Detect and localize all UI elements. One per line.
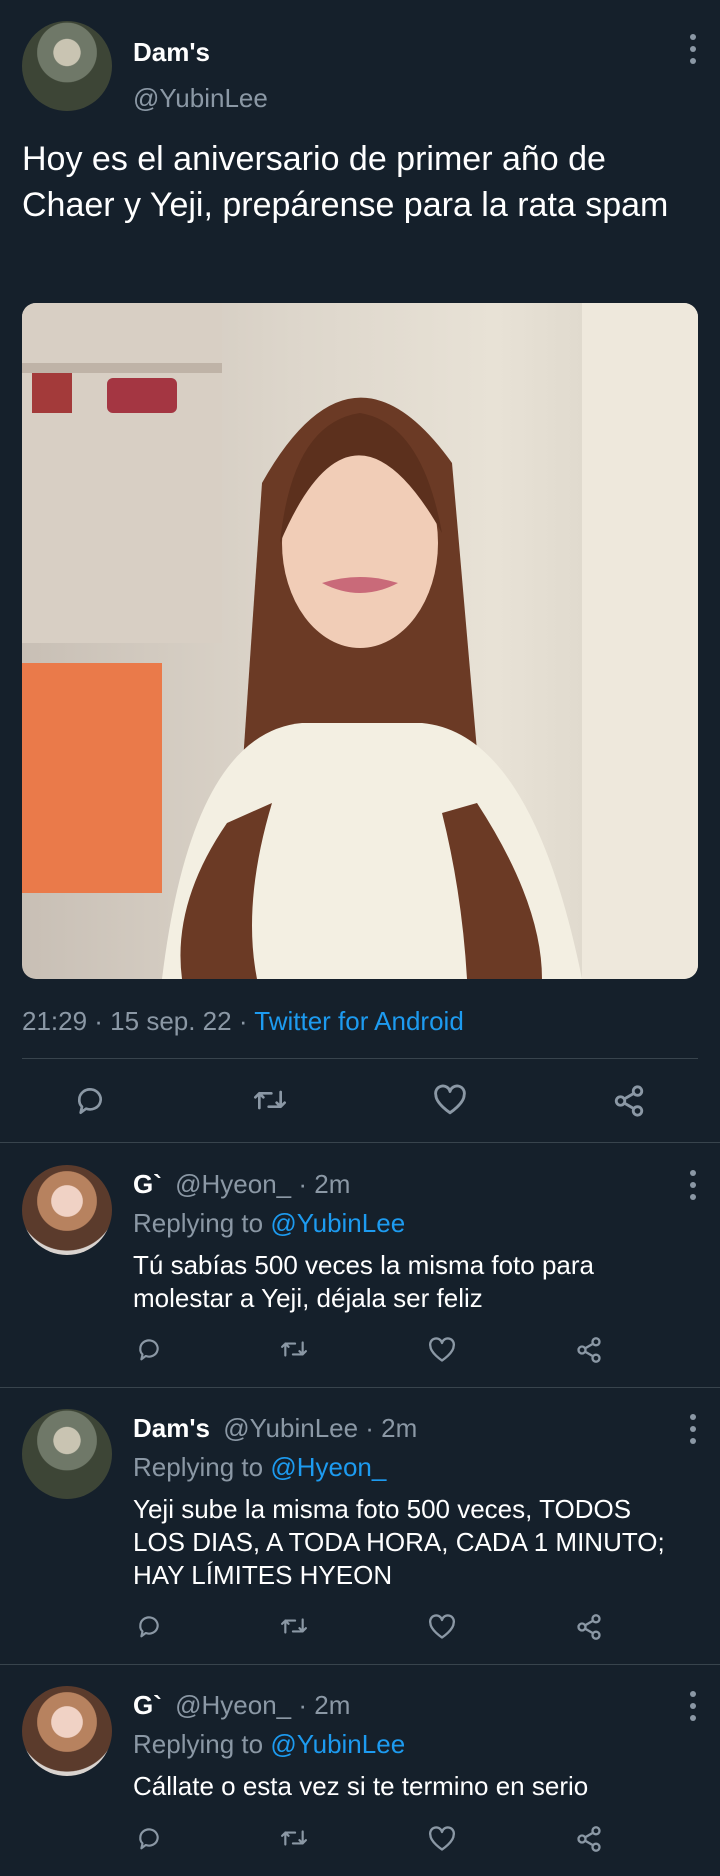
tweet-timestamp[interactable]: 21:29 · 15 sep. 22 · <box>22 1006 254 1036</box>
retweet-icon <box>281 1830 307 1846</box>
more-vertical-icon[interactable] <box>689 1691 697 1721</box>
author-name[interactable]: Dam's <box>133 1413 210 1443</box>
reply-button[interactable] <box>136 1613 162 1639</box>
avatar[interactable] <box>22 1409 112 1499</box>
heart-icon <box>434 1084 466 1115</box>
reply-button[interactable] <box>74 1084 106 1116</box>
tweet-text: Hoy es el aniversario de primer año de C… <box>22 140 669 224</box>
replying-to-handle[interactable]: @Hyeon_ <box>270 1452 386 1482</box>
replying-to-handle[interactable]: @YubinLee <box>270 1729 405 1759</box>
share-icon <box>577 1337 601 1363</box>
divider <box>0 1142 720 1143</box>
heart-icon <box>429 1337 455 1362</box>
reply-text-line: Tú sabías 500 veces la misma foto para <box>133 1250 595 1280</box>
reply-button[interactable] <box>136 1336 162 1362</box>
retweet-icon <box>281 1618 307 1634</box>
more-vertical-icon[interactable] <box>689 34 697 64</box>
reply-icon <box>77 1088 102 1114</box>
author-name[interactable]: G` <box>133 1690 162 1720</box>
reply-button[interactable] <box>136 1825 162 1851</box>
reply-header: Dam's @YubinLee · 2m <box>133 1413 417 1444</box>
share-icon <box>614 1085 644 1117</box>
like-button[interactable] <box>428 1614 456 1640</box>
replying-to-label: Replying to <box>133 1452 271 1482</box>
replying-to-label: Replying to <box>133 1208 271 1238</box>
share-button[interactable] <box>575 1336 603 1364</box>
reply-text: Yeji sube la misma foto 500 veces, TODOS… <box>133 1493 665 1592</box>
reply-header: G` @Hyeon_ · 2m <box>133 1169 350 1200</box>
reply-text-line: molestar a Yeji, déjala ser feliz <box>133 1283 483 1313</box>
share-icon <box>577 1826 601 1852</box>
share-button[interactable] <box>575 1613 603 1641</box>
avatar[interactable] <box>22 1165 112 1255</box>
retweet-button[interactable] <box>279 1613 309 1639</box>
replying-to-handle[interactable]: @YubinLee <box>270 1208 405 1238</box>
heart-icon <box>429 1826 455 1851</box>
more-vertical-icon[interactable] <box>689 1170 697 1200</box>
reply-text-line: HAY LÍMITES HYEON <box>133 1560 393 1590</box>
author-handle[interactable]: @YubinLee <box>133 83 268 114</box>
reply-icon <box>139 1616 159 1638</box>
divider <box>0 1387 720 1388</box>
like-button[interactable] <box>428 1337 456 1363</box>
reply-text-line: Cállate o esta vez si te termino en seri… <box>133 1771 589 1801</box>
reply-text-line: LOS DIAS, A TODA HORA, CADA 1 MINUTO; <box>133 1527 665 1557</box>
reply-icon <box>139 1828 159 1850</box>
divider <box>0 1664 720 1665</box>
like-button[interactable] <box>433 1084 467 1116</box>
like-button[interactable] <box>428 1826 456 1852</box>
heart-icon <box>429 1614 455 1639</box>
reply-text: Cállate o esta vez si te termino en seri… <box>133 1770 588 1803</box>
share-button[interactable] <box>612 1084 646 1118</box>
replying-to-label: Replying to <box>133 1729 271 1759</box>
tweet-photo[interactable] <box>22 303 698 979</box>
author-meta[interactable]: @YubinLee · 2m <box>223 1413 417 1443</box>
retweet-button[interactable] <box>279 1336 309 1362</box>
reply-text: Tú sabías 500 veces la misma foto para m… <box>133 1249 594 1315</box>
retweet-icon <box>281 1341 307 1357</box>
avatar[interactable] <box>22 1686 112 1776</box>
retweet-button[interactable] <box>279 1825 309 1851</box>
author-meta[interactable]: @Hyeon_ · 2m <box>175 1169 350 1199</box>
share-button[interactable] <box>575 1825 603 1853</box>
divider <box>22 1058 698 1059</box>
tweet-source[interactable]: Twitter for Android <box>254 1006 464 1036</box>
retweet-icon <box>253 1090 286 1110</box>
reply-text-line: Yeji sube la misma foto 500 veces, TODOS <box>133 1494 632 1524</box>
reply-icon <box>139 1339 159 1361</box>
author-name[interactable]: Dam's <box>133 37 210 68</box>
author-meta[interactable]: @Hyeon_ · 2m <box>175 1690 350 1720</box>
retweet-button[interactable] <box>252 1084 288 1116</box>
replying-to-line: Replying to @YubinLee <box>133 1208 405 1239</box>
avatar[interactable] <box>22 21 112 111</box>
tweet-timestamp-line: 21:29 · 15 sep. 22 · Twitter for Android <box>22 1006 464 1037</box>
reply-header: G` @Hyeon_ · 2m <box>133 1690 350 1721</box>
more-vertical-icon[interactable] <box>689 1414 697 1444</box>
author-name[interactable]: G` <box>133 1169 162 1199</box>
share-icon <box>577 1614 601 1640</box>
photo-illustration <box>22 303 698 979</box>
replying-to-line: Replying to @Hyeon_ <box>133 1452 386 1483</box>
replying-to-line: Replying to @YubinLee <box>133 1729 405 1760</box>
